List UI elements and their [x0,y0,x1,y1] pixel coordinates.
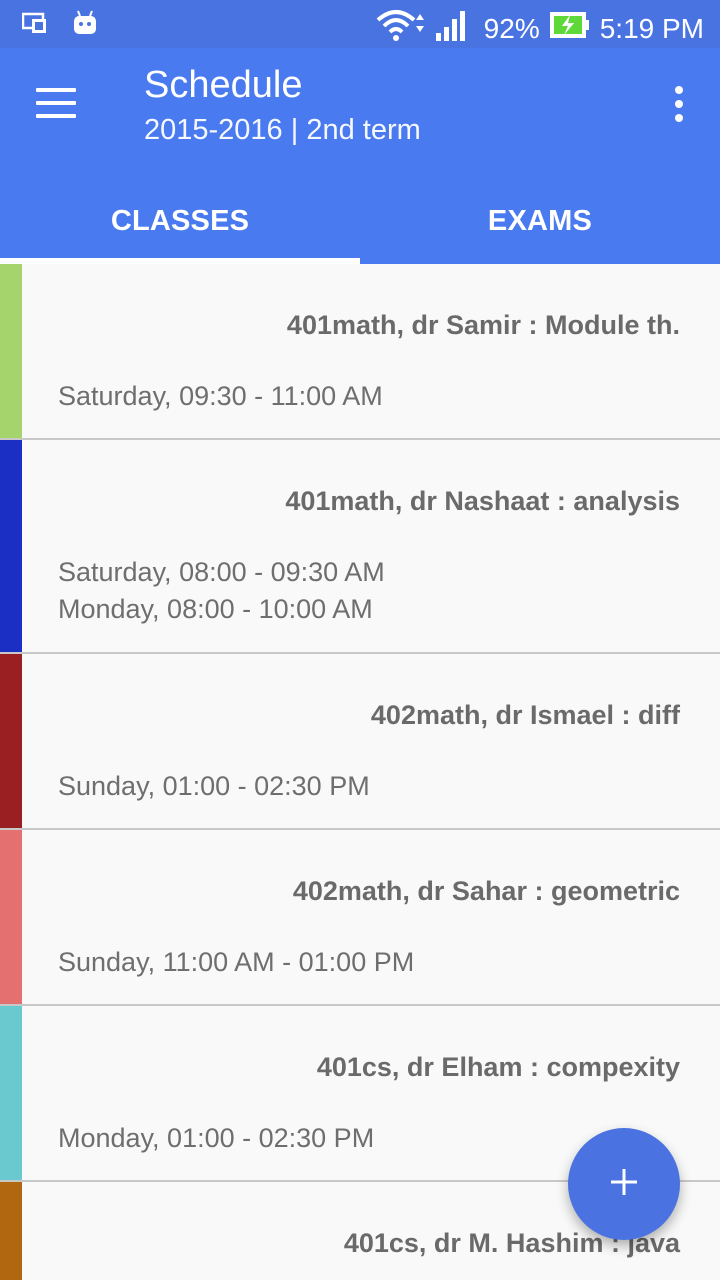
class-color-stripe [0,1182,22,1280]
class-card[interactable]: 402math, dr Ismael : diff Sunday, 01:00 … [0,654,720,830]
tab-bar: CLASSES EXAMS [0,178,720,264]
class-title: 401math, dr Samir : Module th. [286,310,680,340]
add-icon [609,1167,639,1202]
class-time: Monday, 01:00 - 02:30 PM [58,1123,375,1153]
signal-icon [434,9,470,48]
add-class-button[interactable] [568,1128,680,1240]
android-icon [72,10,98,41]
class-time: Sunday, 11:00 AM - 01:00 PM [58,947,415,977]
status-left-icons [21,10,98,41]
class-card[interactable]: 402math, dr Sahar : geometric Sunday, 11… [0,830,720,1006]
page-title: Schedule [144,64,303,106]
class-title: 401math, dr Nashaat : analysis [285,486,680,516]
class-card[interactable]: 401math, dr Samir : Module th. Saturday,… [0,264,720,440]
more-vert-icon[interactable] [672,86,686,122]
app-bar: Schedule 2015-2016 | 2nd term CLASSES EX… [0,48,720,264]
class-times: Saturday, 09:30 - 11:00 AM [58,378,383,415]
class-color-stripe [0,1006,22,1180]
class-times: Sunday, 11:00 AM - 01:00 PM [58,944,414,981]
hamburger-menu-icon[interactable] [36,88,76,118]
class-color-stripe [0,264,22,438]
clock: 5:19 PM [599,12,704,44]
class-time: Saturday, 08:00 - 09:30 AM [58,557,385,587]
class-time: Sunday, 01:00 - 02:30 PM [58,771,370,801]
class-time: Monday, 08:00 - 10:00 AM [58,594,373,624]
tab-classes[interactable]: CLASSES [0,178,360,264]
wifi-icon [376,8,424,49]
page-subtitle: 2015-2016 | 2nd term [144,114,421,146]
battery-charging-icon [549,11,590,46]
class-time: Saturday, 09:30 - 11:00 AM [58,381,383,411]
class-card[interactable]: 401math, dr Nashaat : analysis Saturday,… [0,440,720,654]
class-times: Saturday, 08:00 - 09:30 AM Monday, 08:00… [58,554,385,628]
class-color-stripe [0,654,22,828]
class-times: Monday, 01:00 - 02:30 PM [58,1120,374,1157]
class-times: Sunday, 01:00 - 02:30 PM [58,768,370,805]
tab-exams[interactable]: EXAMS [360,178,720,264]
screen-cast-icon [21,11,48,40]
status-right-icons: 92% 5:19 PM [376,8,704,49]
class-title: 401cs, dr Elham : compexity [316,1052,680,1082]
class-color-stripe [0,830,22,1004]
classes-list[interactable]: 401math, dr Samir : Module th. Saturday,… [0,264,720,1280]
class-title: 402math, dr Ismael : diff [370,700,680,730]
battery-percent: 92% [483,12,540,44]
class-title: 402math, dr Sahar : geometric [292,876,680,906]
class-color-stripe [0,440,22,652]
status-bar: 92% 5:19 PM [0,0,720,48]
